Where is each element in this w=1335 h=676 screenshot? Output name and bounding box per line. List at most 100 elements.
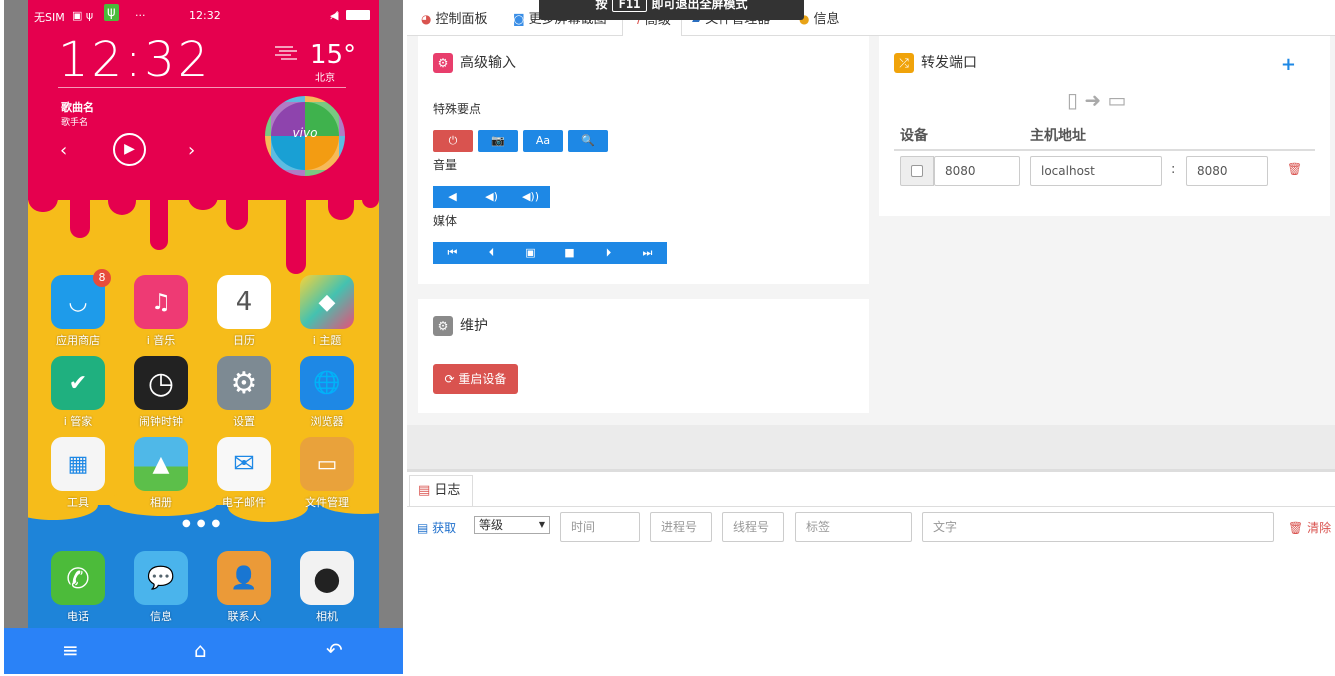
- divider: [58, 87, 346, 88]
- dock-messages[interactable]: 💬 信息: [133, 551, 189, 624]
- time-filter-input[interactable]: 时间: [560, 512, 640, 542]
- reboot-button[interactable]: ⟳ 重启设备: [433, 364, 518, 394]
- dock-camera[interactable]: ● 相机: [299, 551, 355, 624]
- app-tools[interactable]: ▦ 工具: [50, 437, 106, 510]
- list-icon: ▤: [417, 521, 433, 535]
- power-button[interactable]: ⏻: [433, 130, 473, 152]
- app-glyph: 4: [235, 287, 253, 317]
- app-security[interactable]: ✔ i 管家: [50, 356, 106, 429]
- wallpaper-drip: [226, 190, 248, 230]
- volume-up-button[interactable]: ◀)): [511, 186, 550, 208]
- back-icon[interactable]: ↶: [326, 638, 343, 662]
- app-glyph: 👤: [230, 565, 258, 591]
- app-glyph: ◡: [68, 289, 88, 315]
- tid-filter-input[interactable]: 线程号: [722, 512, 784, 542]
- toast-key: F11: [611, 0, 648, 12]
- refresh-icon: ⟳: [444, 372, 459, 386]
- app-glyph: ♫: [151, 289, 171, 315]
- host-port-input[interactable]: 8080: [1186, 156, 1268, 186]
- app-glyph: 💬: [147, 565, 175, 591]
- app-store-icon: ◡ 8: [51, 269, 111, 329]
- volume-mute-button[interactable]: ◀: [433, 186, 472, 208]
- enable-checkbox[interactable]: [911, 165, 923, 177]
- level-select[interactable]: 等级 ▼: [474, 516, 550, 534]
- app-music[interactable]: ♫ i 音乐: [133, 275, 189, 348]
- phone-status-bar: 无SIM ▣ ψ ψ ··· 12:32 ◀̸: [28, 0, 379, 30]
- album-disc: vivo: [265, 96, 345, 176]
- app-email[interactable]: ✉ 电子邮件: [216, 437, 272, 510]
- menu-icon[interactable]: ≡: [62, 638, 79, 662]
- app-calendar[interactable]: 4 日历: [216, 275, 272, 348]
- song-artist: 歌手名: [61, 118, 89, 128]
- camera-button[interactable]: 📷: [478, 130, 518, 152]
- app-label: 浏览器: [310, 415, 344, 428]
- button-label: 清除: [1307, 521, 1332, 535]
- app-label: 闹钟时钟: [139, 415, 183, 428]
- calendar-icon: 4: [217, 275, 271, 329]
- media-prev-button[interactable]: ⏴: [472, 242, 511, 264]
- media-button-group: ⏮ ⏴ ▣ ■ ⏵ ⏭: [433, 242, 667, 264]
- dock-phone[interactable]: ✆ 电话: [50, 551, 106, 624]
- app-label: 电子邮件: [222, 496, 266, 509]
- app-label: 文件管理: [305, 496, 349, 509]
- media-play-button[interactable]: ▣: [511, 242, 550, 264]
- media-stop-button[interactable]: ■: [550, 242, 589, 264]
- advanced-panel: ⚙ 高级输入 特殊要点 ⏻ 📷 Aa 🔍 音量 ◀ ◀) ◀)) 媒体 ⏮ ⏴ ▣…: [407, 36, 1335, 425]
- app-glyph: ●: [313, 559, 341, 597]
- card-title: ⚙ 维护: [433, 315, 488, 336]
- app-label: i 管家: [63, 415, 93, 428]
- theme-icon: ◆: [300, 275, 354, 329]
- device-screen[interactable]: 无SIM ▣ ψ ψ ··· 12:32 ◀̸ 12:32 15° 北京 歌曲名…: [28, 0, 379, 628]
- home-icon[interactable]: ⌂: [194, 638, 207, 662]
- app-theme[interactable]: ◆ i 主题: [299, 275, 355, 348]
- app-glyph: ◷: [147, 365, 175, 401]
- button-label: 重启设备: [458, 372, 507, 386]
- wallpaper-drip: [362, 190, 379, 208]
- media-rewind-button[interactable]: ⏮: [433, 242, 472, 264]
- volume-down-button[interactable]: ◀): [472, 186, 511, 208]
- trash-icon[interactable]: 🗑: [1287, 162, 1302, 176]
- music-next-button[interactable]: ›: [188, 140, 195, 161]
- device-port-input[interactable]: 8080: [934, 156, 1020, 186]
- app-label: 信息: [150, 610, 172, 623]
- app-file-manager[interactable]: ▭ 文件管理: [299, 437, 355, 510]
- host-port-separator: :: [1171, 162, 1176, 177]
- status-time: 12:32: [189, 9, 221, 22]
- device-screen-panel: 无SIM ▣ ψ ψ ··· 12:32 ◀̸ 12:32 15° 北京 歌曲名…: [0, 0, 407, 676]
- media-label: 媒体: [433, 214, 458, 228]
- app-label: 应用商店: [56, 334, 100, 347]
- app-clock[interactable]: ◷ 闹钟时钟: [133, 356, 189, 429]
- add-forward-button[interactable]: +: [1281, 54, 1296, 75]
- dock-contacts[interactable]: 👤 联系人: [216, 551, 272, 624]
- tab-log[interactable]: ▤ 日志: [409, 475, 473, 507]
- app-glyph: ◆: [318, 289, 336, 315]
- shield-icon: ✔: [51, 356, 105, 410]
- select-value: 等级: [479, 518, 504, 532]
- app-store[interactable]: ◡ 8 应用商店: [50, 269, 111, 348]
- tab-dashboard[interactable]: ◕ 控制面板: [411, 6, 498, 36]
- card-title-text: 高级输入: [460, 55, 516, 71]
- app-gallery[interactable]: ▲ 相册: [133, 437, 189, 510]
- fetch-log-button[interactable]: ▤ 获取: [417, 519, 456, 536]
- search-button[interactable]: 🔍: [568, 130, 608, 152]
- app-settings[interactable]: ⚙ 设置: [216, 356, 272, 429]
- clear-log-button[interactable]: 🗑 清除: [1288, 519, 1331, 536]
- tag-filter-input[interactable]: 标签: [795, 512, 912, 542]
- enable-checkbox-wrap: [900, 156, 934, 186]
- wallpaper-drip: [150, 190, 168, 250]
- splitter-area[interactable]: [407, 425, 1335, 472]
- music-play-button[interactable]: ▶: [113, 133, 146, 166]
- host-input[interactable]: localhost: [1030, 156, 1162, 186]
- app-glyph: ▲: [152, 451, 170, 477]
- text-filter-input[interactable]: 文字: [922, 512, 1274, 542]
- dashboard-icon: ◕: [421, 12, 432, 26]
- card-title: ⚙ 高级输入: [433, 52, 516, 73]
- font-button[interactable]: Aa: [523, 130, 563, 152]
- divider: [407, 506, 1335, 507]
- pid-filter-input[interactable]: 进程号: [650, 512, 712, 542]
- toast-text: 即可退出全屏模式: [651, 0, 748, 11]
- app-browser[interactable]: 🌐 浏览器: [299, 356, 355, 429]
- media-next-button[interactable]: ⏵: [589, 242, 628, 264]
- media-forward-button[interactable]: ⏭: [628, 242, 667, 264]
- music-prev-button[interactable]: ‹: [60, 140, 67, 161]
